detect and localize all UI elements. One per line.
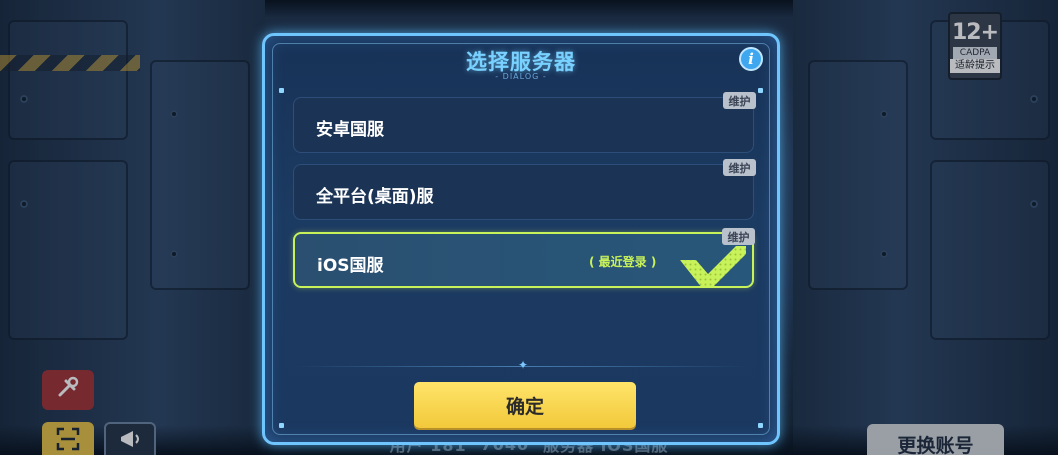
server-name: iOS国服 [317,256,384,276]
confirm-button[interactable]: 确定 [414,382,636,428]
select-server-dialog: 选择服务器 - DIALOG - i 安卓国服 维护 全平台(桌面)服 维护 i… [262,33,780,445]
info-icon[interactable]: i [739,47,763,71]
game-screen: 12+ CADPA 适龄提示 用户 181 7040 服务器 iOS国服 更换账… [0,0,1058,455]
corner-dot [758,423,763,428]
divider-star-icon: ✦ [518,358,529,372]
corner-dot [279,423,284,428]
server-name: 安卓国服 [316,120,384,140]
server-option-android[interactable]: 安卓国服 维护 [293,92,756,153]
corner-dot [758,88,763,93]
corner-dot [279,88,284,93]
server-name: 全平台(桌面)服 [316,187,434,207]
maintenance-badge: 维护 [723,92,756,109]
checkmark-icon [680,246,746,288]
dialog-subtitle: - DIALOG - [495,72,547,81]
recent-login-label: ( 最近登录 ) [589,255,657,269]
server-option-desktop[interactable]: 全平台(桌面)服 维护 [293,159,756,220]
maintenance-badge: 维护 [723,159,756,176]
server-option-ios[interactable]: iOS国服 ( 最近登录 ) 维护 [293,228,755,288]
